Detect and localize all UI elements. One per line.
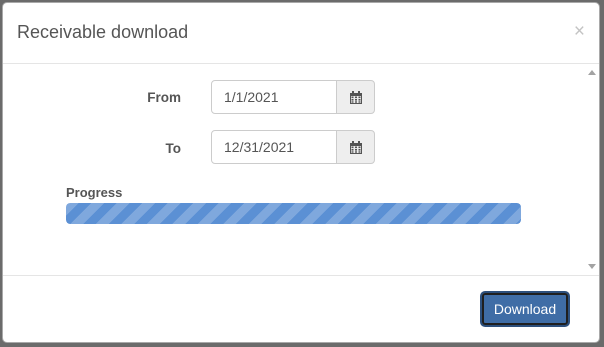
calendar-icon bbox=[350, 91, 362, 104]
dialog-header: Receivable download × bbox=[3, 3, 599, 64]
vertical-scrollbar[interactable] bbox=[585, 64, 599, 275]
receivable-download-dialog: Receivable download × From 1/1/2021 To 1… bbox=[2, 2, 600, 343]
close-icon[interactable]: × bbox=[574, 22, 585, 42]
dialog-title: Receivable download bbox=[17, 22, 189, 42]
calendar-icon bbox=[350, 141, 362, 154]
progress-label: Progress bbox=[66, 185, 123, 200]
scroll-up-icon[interactable] bbox=[588, 70, 596, 75]
dialog-footer: Download bbox=[3, 276, 599, 342]
to-label: To bbox=[165, 141, 182, 156]
scroll-down-icon[interactable] bbox=[588, 264, 596, 269]
dialog-body: From 1/1/2021 To 12/31/2021 Progress bbox=[3, 64, 599, 276]
download-button[interactable]: Download bbox=[481, 292, 569, 326]
to-date-group bbox=[211, 130, 375, 164]
from-calendar-button[interactable] bbox=[336, 80, 375, 114]
to-calendar-button[interactable] bbox=[336, 130, 375, 164]
from-label: From bbox=[147, 90, 181, 105]
progress-fill bbox=[66, 203, 521, 224]
progress-bar bbox=[66, 203, 521, 224]
from-date-input[interactable] bbox=[211, 80, 337, 114]
to-date-input[interactable] bbox=[211, 130, 337, 164]
from-date-group bbox=[211, 80, 375, 114]
